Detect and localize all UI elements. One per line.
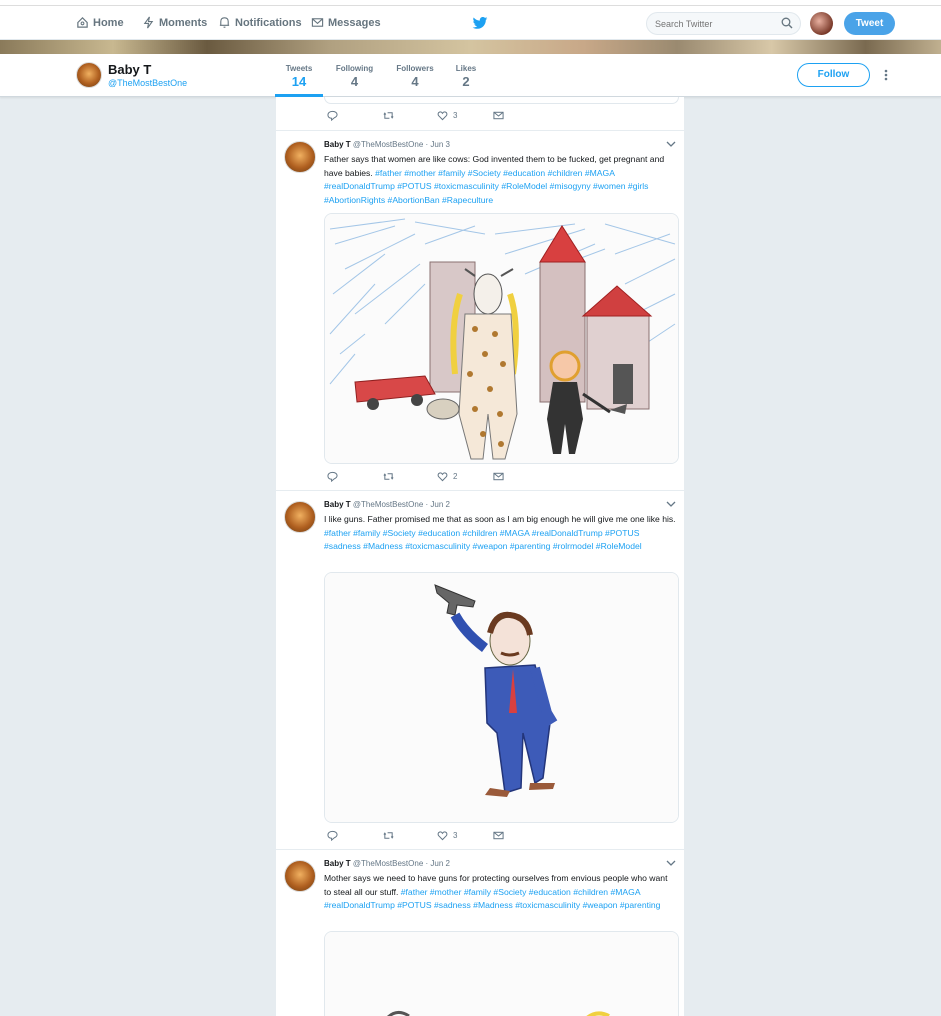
- nav-notifications-label: Notifications: [235, 16, 302, 29]
- tweet-author-handle[interactable]: @TheMostBestOne: [353, 859, 423, 868]
- tweet-body: I like guns. Father promised me that as …: [324, 514, 676, 524]
- heart-icon: [437, 111, 448, 121]
- nav-messages[interactable]: Messages: [311, 16, 381, 29]
- tweet-image[interactable]: [324, 572, 679, 823]
- tweet-avatar[interactable]: [284, 141, 316, 173]
- chevron-down-icon[interactable]: [666, 500, 676, 508]
- search-icon[interactable]: [781, 17, 793, 29]
- tweet[interactable]: Baby T @TheMostBestOne · Jun 3 Father sa…: [276, 130, 684, 490]
- tweet-author-name[interactable]: Baby T: [324, 140, 351, 149]
- dm-action[interactable]: [493, 471, 504, 482]
- stat-tweets-label: Tweets: [285, 64, 313, 73]
- profile-banner: [0, 40, 941, 54]
- reply-icon: [327, 110, 338, 121]
- profile-name[interactable]: Baby T: [108, 62, 151, 77]
- nav-home-label: Home: [93, 16, 124, 29]
- like-count: 3: [453, 111, 458, 120]
- dm-action[interactable]: [493, 110, 504, 121]
- heart-icon: [437, 472, 448, 482]
- retweet-icon: [383, 473, 394, 480]
- tweet-hashtags[interactable]: #father #mother #family #Society #educat…: [324, 168, 648, 205]
- dm-action[interactable]: [493, 830, 504, 841]
- child-drawing-man-with-gun-image: [325, 573, 678, 822]
- tweet-date[interactable]: · Jun 2: [426, 500, 450, 509]
- nav-notifications[interactable]: Notifications: [218, 16, 302, 29]
- like-count: 2: [453, 472, 458, 481]
- top-navigation-bar: Home Moments Notifications Messages Twee…: [0, 0, 941, 40]
- envelope-icon: [493, 472, 504, 481]
- reply-action[interactable]: [327, 830, 338, 841]
- chevron-down-icon[interactable]: [666, 859, 676, 867]
- tweet-header: Baby T @TheMostBestOne · Jun 3: [324, 140, 450, 149]
- reply-action[interactable]: [327, 110, 338, 121]
- nav-messages-label: Messages: [328, 16, 381, 29]
- previous-tweet-media: [324, 97, 679, 104]
- tweet-text: Mother says we need to have guns for pro…: [324, 872, 676, 913]
- bell-icon: [219, 17, 230, 28]
- reply-icon: [327, 830, 338, 841]
- twitter-bird-icon[interactable]: [472, 15, 488, 31]
- profile-avatar[interactable]: [76, 62, 102, 88]
- stat-likes-value: 2: [462, 74, 470, 89]
- heart-icon: [437, 831, 448, 841]
- retweet-action[interactable]: [383, 110, 394, 121]
- retweet-action[interactable]: [383, 830, 394, 841]
- top-border: [0, 0, 941, 6]
- tweet-header: Baby T @TheMostBestOne · Jun 2: [324, 859, 450, 868]
- nav-moments-label: Moments: [159, 16, 208, 29]
- like-action[interactable]: 3: [437, 110, 457, 121]
- stat-followers-label: Followers: [396, 64, 434, 73]
- envelope-icon: [493, 111, 504, 120]
- reply-icon: [327, 471, 338, 482]
- tweet-image[interactable]: [324, 213, 679, 464]
- tweet-author-handle[interactable]: @TheMostBestOne: [353, 140, 423, 149]
- stat-tweets-value: 14: [291, 74, 307, 89]
- nav-home[interactable]: Home: [76, 16, 124, 29]
- tweet-avatar[interactable]: [284, 860, 316, 892]
- tweet[interactable]: Baby T @TheMostBestOne · Jun 2 I like gu…: [276, 490, 684, 849]
- envelope-icon: [493, 831, 504, 840]
- more-options-icon[interactable]: [884, 69, 888, 81]
- tweet-button[interactable]: Tweet: [844, 12, 895, 35]
- like-count: 3: [453, 831, 458, 840]
- tweet-date[interactable]: · Jun 2: [426, 859, 450, 868]
- stat-tweets[interactable]: Tweets 14: [280, 64, 318, 89]
- tweet[interactable]: Baby T @TheMostBestOne · Jun 2 Mother sa…: [276, 849, 684, 1016]
- tweet-avatar[interactable]: [284, 501, 316, 533]
- stat-followers-value: 4: [411, 74, 419, 89]
- search-input[interactable]: [646, 12, 801, 35]
- stat-likes[interactable]: Likes 2: [452, 64, 480, 89]
- previous-tweet-actions: 3: [276, 110, 684, 124]
- stat-following[interactable]: Following 4: [332, 64, 377, 89]
- stat-likes-label: Likes: [455, 64, 477, 73]
- retweet-action[interactable]: [383, 471, 394, 482]
- like-action[interactable]: 3: [437, 830, 457, 841]
- profile-handle[interactable]: @TheMostBestOne: [108, 78, 187, 88]
- envelope-icon: [311, 18, 324, 27]
- child-drawing-partial-image: [325, 932, 678, 1016]
- like-action[interactable]: 2: [437, 471, 457, 482]
- nav-moments[interactable]: Moments: [142, 16, 207, 29]
- tweet-text: Father says that women are like cows: Go…: [324, 153, 676, 207]
- reply-action[interactable]: [327, 471, 338, 482]
- tweet-header: Baby T @TheMostBestOne · Jun 2: [324, 500, 450, 509]
- tweet-author-name[interactable]: Baby T: [324, 500, 351, 509]
- chevron-down-icon[interactable]: [666, 140, 676, 148]
- stat-following-label: Following: [335, 64, 374, 73]
- user-avatar[interactable]: [810, 12, 833, 35]
- tweet-image[interactable]: [324, 931, 679, 1016]
- stat-following-value: 4: [350, 74, 359, 89]
- tweet-author-handle[interactable]: @TheMostBestOne: [353, 500, 423, 509]
- follow-button[interactable]: Follow: [797, 63, 870, 87]
- home-icon: [77, 17, 88, 28]
- tweet-hashtags[interactable]: #father #family #Society #education #chi…: [324, 528, 642, 552]
- tweet-date[interactable]: · Jun 3: [426, 140, 450, 149]
- child-drawing-cow-woman-image: [325, 214, 678, 463]
- retweet-icon: [383, 832, 394, 839]
- retweet-icon: [383, 112, 394, 119]
- lightning-icon: [143, 16, 154, 29]
- stat-followers[interactable]: Followers 4: [392, 64, 438, 89]
- tweet-text: I like guns. Father promised me that as …: [324, 513, 676, 554]
- tweet-author-name[interactable]: Baby T: [324, 859, 351, 868]
